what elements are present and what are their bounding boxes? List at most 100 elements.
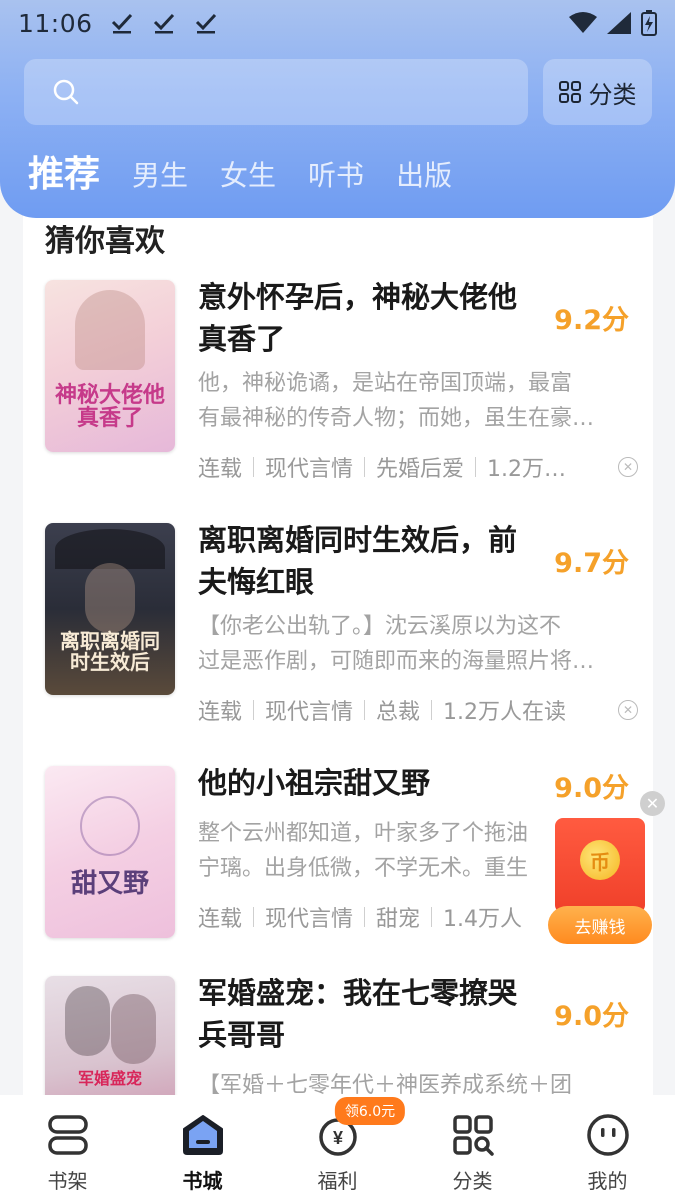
tag-readers: 1.4万人: [443, 907, 523, 932]
section-title: 猜你喜欢: [45, 224, 165, 259]
nav-bookshelf[interactable]: 书架: [0, 1095, 135, 1200]
nav-label: 福利: [317, 1169, 358, 1193]
book-description: 他，神秘诡谲，是站在帝国顶端，最富 有最神秘的传奇人物；而她，虽生在豪…: [198, 366, 638, 436]
book-item[interactable]: 离职离婚同时生效后 离职离婚同时生效后，前 夫悔红眼 9.7分 【你老公出轨了。…: [23, 523, 653, 743]
book-tags: 连载 现代言情 先婚后爱 1.2万… ✕: [198, 452, 638, 482]
book-title-line: 夫悔红眼: [198, 565, 315, 599]
signal-icon: [607, 12, 631, 34]
book-cover[interactable]: 军婚盛宠: [45, 976, 175, 1095]
tab-male[interactable]: 男生: [132, 162, 188, 200]
status-right: [569, 10, 657, 36]
cover-title: 离职离婚同时生效后: [60, 629, 160, 674]
dismiss-icon[interactable]: ✕: [618, 700, 638, 720]
nav-profile[interactable]: 我的: [540, 1095, 675, 1200]
nav-label: 分类: [452, 1169, 493, 1193]
book-title-line: 他的小祖宗甜又野: [198, 766, 431, 800]
description-line: 他，神秘诡谲，是站在帝国顶端，最富: [198, 371, 573, 396]
description-line: 宁璃。出身低微，不学无术。重生: [198, 856, 529, 881]
book-description: 【你老公出轨了。】沈云溪原以为这不 过是恶作剧，可随即而来的海量照片将…: [198, 609, 638, 679]
bookstore-icon: [182, 1115, 223, 1155]
description-line: 过是恶作剧，可随即而来的海量照片将…: [198, 649, 595, 674]
tag-divider: [253, 700, 255, 720]
search-input[interactable]: [24, 59, 528, 125]
download-done-icon: [195, 13, 216, 34]
book-score: 9.0分: [554, 1001, 629, 1032]
wifi-icon: [569, 12, 597, 33]
nav-label: 书城: [182, 1169, 223, 1193]
book-description: 整个云州都知道，叶家多了个拖油 宁璃。出身低微，不学无术。重生: [198, 816, 568, 886]
recommend-list[interactable]: 猜你喜欢 神秘大佬他真香了 意外怀孕后，神秘大佬他 真香了 9.2分 他，神秘诡…: [23, 190, 653, 1095]
book-title[interactable]: 他的小祖宗甜又野: [198, 762, 538, 804]
tag-divider: [364, 907, 366, 927]
tab-published[interactable]: 出版: [396, 162, 452, 200]
coin-icon: 币: [580, 840, 620, 880]
tag-divider: [364, 700, 366, 720]
battery-icon: [641, 10, 657, 36]
tag-status: 连载: [198, 457, 243, 482]
header: 11:06 分类 推荐 男生 女生 听书 出版: [0, 0, 675, 218]
cover-title: 军婚盛宠: [77, 1069, 142, 1089]
book-title[interactable]: 军婚盛宠：我在七零撩哭 兵哥哥: [198, 972, 538, 1056]
nav-label: 我的: [587, 1169, 628, 1193]
nav-category[interactable]: 分类: [405, 1095, 540, 1200]
tag-readers: 1.2万人在读: [443, 700, 567, 725]
tag-status: 连载: [198, 700, 243, 725]
download-done-icon: [153, 13, 174, 34]
book-cover[interactable]: 甜又野: [45, 766, 175, 938]
tag-subgenre: 甜宠: [376, 907, 421, 932]
red-packet[interactable]: 币: [555, 818, 645, 913]
tag-readers: 1.2万…: [487, 457, 567, 482]
book-cover[interactable]: 离职离婚同时生效后: [45, 523, 175, 695]
description-line: 有最神秘的传奇人物；而她，虽生在豪…: [198, 406, 595, 431]
book-title[interactable]: 意外怀孕后，神秘大佬他 真香了: [198, 276, 538, 360]
nav-label: 书架: [47, 1169, 88, 1193]
book-description: 【军婚＋七零年代＋神医养成系统＋团: [198, 1068, 638, 1095]
tag-subgenre: 总裁: [376, 700, 421, 725]
book-tags: 连载 现代言情 甜宠 1.4万人: [198, 902, 568, 932]
description-line: 【军婚＋七零年代＋神医养成系统＋团: [198, 1073, 573, 1095]
close-icon[interactable]: ✕: [640, 791, 665, 816]
book-score: 9.7分: [554, 548, 629, 579]
book-cover[interactable]: 神秘大佬他真香了: [45, 280, 175, 452]
book-title-line: 离职离婚同时生效后，前: [198, 523, 518, 557]
book-score: 9.2分: [554, 305, 629, 336]
cover-title: 神秘大佬他真香了: [54, 381, 165, 431]
channel-tabs: 推荐 男生 女生 听书 出版: [28, 148, 452, 200]
tag-genre: 现代言情: [265, 457, 354, 482]
dismiss-icon[interactable]: ✕: [618, 457, 638, 477]
tag-divider: [475, 457, 477, 477]
book-score: 9.0分: [554, 773, 629, 804]
book-item[interactable]: 军婚盛宠 军婚盛宠：我在七零撩哭 兵哥哥 9.0分 【军婚＋七零年代＋神医养成系…: [23, 976, 653, 1095]
tag-genre: 现代言情: [265, 700, 354, 725]
tab-female[interactable]: 女生: [220, 162, 276, 200]
welfare-badge: 领6.0元: [334, 1097, 406, 1125]
tag-divider: [364, 457, 366, 477]
earn-money-button[interactable]: 去赚钱: [548, 906, 652, 944]
nav-bookstore[interactable]: 书城: [135, 1095, 270, 1200]
book-tags: 连载 现代言情 总裁 1.2万人在读 ✕: [198, 695, 638, 725]
description-line: 整个云州都知道，叶家多了个拖油: [198, 821, 529, 846]
tab-audiobook[interactable]: 听书: [308, 162, 364, 200]
tag-status: 连载: [198, 907, 243, 932]
description-line: 【你老公出轨了。】沈云溪原以为这不: [198, 614, 562, 639]
status-bar: 11:06: [0, 0, 675, 46]
tag-divider: [253, 907, 255, 927]
cover-title: 甜又野: [70, 868, 149, 899]
status-time: 11:06: [18, 8, 93, 38]
category-button-label: 分类: [588, 80, 637, 109]
book-title-line: 兵哥哥: [198, 1018, 286, 1052]
category-icon: [452, 1115, 494, 1156]
tag-genre: 现代言情: [265, 907, 354, 932]
book-item[interactable]: 神秘大佬他真香了 意外怀孕后，神秘大佬他 真香了 9.2分 他，神秘诡谲，是站在…: [23, 280, 653, 500]
search-icon: [53, 79, 79, 105]
category-button[interactable]: 分类: [543, 59, 652, 125]
book-title-line: 真香了: [198, 322, 286, 356]
notification-icons: [111, 12, 217, 34]
download-done-icon: [111, 13, 132, 34]
book-title[interactable]: 离职离婚同时生效后，前 夫悔红眼: [198, 519, 538, 603]
grid-icon: [558, 81, 581, 103]
book-title-line: 军婚盛宠：我在七零撩哭: [198, 976, 518, 1010]
book-title-line: 意外怀孕后，神秘大佬他: [198, 280, 518, 314]
tag-divider: [431, 700, 433, 720]
tab-recommend[interactable]: 推荐: [28, 157, 100, 200]
